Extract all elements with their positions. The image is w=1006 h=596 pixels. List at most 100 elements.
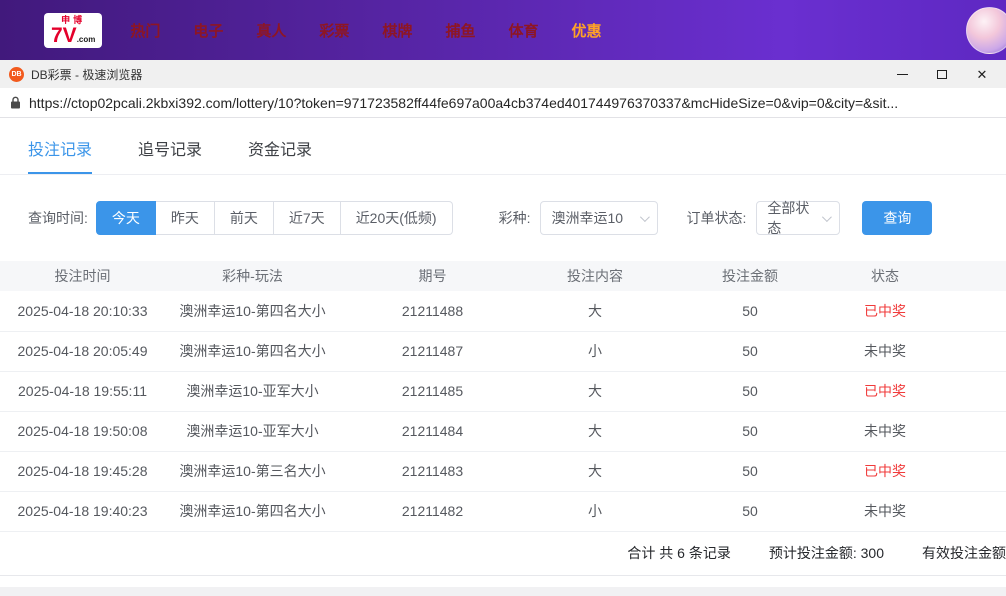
table-row: 2025-04-18 19:55:11 澳洲幸运10-亚军大小 21211485… xyxy=(0,371,1006,411)
table-row: 2025-04-18 20:05:49 澳洲幸运10-第四名大小 2121148… xyxy=(0,331,1006,371)
cell-amount: 50 xyxy=(665,451,835,491)
summary-bar: 合计 共 6 条记录 预计投注金额: 300 有效投注金额 xyxy=(0,532,1006,576)
cell-amount: 50 xyxy=(665,371,835,411)
summary-total: 合计 共 6 条记录 xyxy=(627,543,730,563)
user-avatar[interactable] xyxy=(966,7,1006,54)
time-button-daybefore[interactable]: 前天 xyxy=(215,201,274,235)
cell-status: 未中奖 xyxy=(835,331,935,371)
maximize-icon xyxy=(937,70,947,79)
nav-item-cards[interactable]: 棋牌 xyxy=(382,20,412,41)
tab-fund-records[interactable]: 资金记录 xyxy=(248,118,312,174)
site-topbar: 申博 7V.com 热门 电子 真人 彩票 棋牌 捕鱼 体育 优惠 xyxy=(0,0,1006,60)
cell-amount: 50 xyxy=(665,291,835,331)
nav-item-sports[interactable]: 体育 xyxy=(508,20,538,41)
time-button-20days[interactable]: 近20天(低频) xyxy=(341,201,453,235)
cell-status: 已中奖 xyxy=(835,291,935,331)
time-button-today[interactable]: 今天 xyxy=(96,201,156,235)
maximize-button[interactable] xyxy=(922,60,962,88)
db-favicon: DB xyxy=(9,67,24,82)
cell-game: 澳洲幸运10-第四名大小 xyxy=(165,331,340,371)
minimize-icon xyxy=(897,74,908,75)
window-controls: ✕ xyxy=(882,60,1002,88)
header-game: 彩种-玩法 xyxy=(165,261,340,291)
cell-amount: 50 xyxy=(665,411,835,451)
cell-status: 已中奖 xyxy=(835,451,935,491)
chevron-down-icon xyxy=(640,212,650,222)
cell-status: 未中奖 xyxy=(835,491,935,531)
table-row: 2025-04-18 19:50:08 澳洲幸运10-亚军大小 21211484… xyxy=(0,411,1006,451)
cell-content: 大 xyxy=(525,371,665,411)
nav-item-fishing[interactable]: 捕鱼 xyxy=(445,20,475,41)
site-logo[interactable]: 申博 7V.com xyxy=(44,13,102,48)
table-row: 2025-04-18 19:40:23 澳洲幸运10-第四名大小 2121148… xyxy=(0,491,1006,531)
summary-expected-amount: 预计投注金额: 300 xyxy=(769,543,884,563)
cell-bet-time: 2025-04-18 19:55:11 xyxy=(0,371,165,411)
cell-bet-time: 2025-04-18 20:10:33 xyxy=(0,291,165,331)
time-filter-group: 今天 昨天 前天 近7天 近20天(低频) xyxy=(96,201,453,235)
time-filter-label: 查询时间: xyxy=(28,208,88,228)
lottery-select[interactable]: 澳洲幸运10 xyxy=(540,201,658,235)
cell-game: 澳洲幸运10-第四名大小 xyxy=(165,491,340,531)
cell-issue: 21211485 xyxy=(340,371,525,411)
nav-item-hot[interactable]: 热门 xyxy=(130,20,160,41)
logo-suffix-text: .com xyxy=(77,35,96,44)
header-filler xyxy=(935,261,1006,291)
table-body: 2025-04-18 20:10:33 澳洲幸运10-第四名大小 2121148… xyxy=(0,291,1006,531)
cell-content: 小 xyxy=(525,331,665,371)
bet-records-table: 投注时间 彩种-玩法 期号 投注内容 投注金额 状态 2025-04-18 20… xyxy=(0,261,1006,532)
cell-content: 大 xyxy=(525,291,665,331)
nav-item-promo[interactable]: 优惠 xyxy=(571,20,601,41)
cell-game: 澳洲幸运10-第四名大小 xyxy=(165,291,340,331)
search-button[interactable]: 查询 xyxy=(862,201,932,235)
cell-issue: 21211487 xyxy=(340,331,525,371)
nav-item-lottery[interactable]: 彩票 xyxy=(319,20,349,41)
cell-status: 未中奖 xyxy=(835,411,935,451)
cell-bet-time: 2025-04-18 19:40:23 xyxy=(0,491,165,531)
order-status-select[interactable]: 全部状态 xyxy=(756,201,840,235)
close-button[interactable]: ✕ xyxy=(962,60,1002,88)
tab-chase-records[interactable]: 追号记录 xyxy=(138,118,202,174)
cell-game: 澳洲幸运10-第三名大小 xyxy=(165,451,340,491)
page: 申博 7V.com 热门 电子 真人 彩票 棋牌 捕鱼 体育 优惠 DB DB彩… xyxy=(0,0,1006,596)
cell-game: 澳洲幸运10-亚军大小 xyxy=(165,411,340,451)
horizontal-scrollbar[interactable] xyxy=(0,587,1006,596)
tab-bet-records[interactable]: 投注记录 xyxy=(28,118,92,174)
table-row: 2025-04-18 19:45:28 澳洲幸运10-第三名大小 2121148… xyxy=(0,451,1006,491)
minimize-button[interactable] xyxy=(882,60,922,88)
header-issue: 期号 xyxy=(340,261,525,291)
chevron-down-icon xyxy=(822,212,832,222)
cell-content: 大 xyxy=(525,451,665,491)
cell-content: 小 xyxy=(525,491,665,531)
status-filter-label: 订单状态: xyxy=(686,208,746,228)
header-content: 投注内容 xyxy=(525,261,665,291)
header-amount: 投注金额 xyxy=(665,261,835,291)
table-row: 2025-04-18 20:10:33 澳洲幸运10-第四名大小 2121148… xyxy=(0,291,1006,331)
status-select-value: 全部状态 xyxy=(767,198,814,238)
cell-amount: 50 xyxy=(665,331,835,371)
cell-bet-time: 2025-04-18 19:45:28 xyxy=(0,451,165,491)
browser-titlebar: DB DB彩票 - 极速浏览器 ✕ xyxy=(0,60,1006,88)
table-header: 投注时间 彩种-玩法 期号 投注内容 投注金额 状态 xyxy=(0,261,1006,291)
lock-icon xyxy=(10,96,21,109)
cell-content: 大 xyxy=(525,411,665,451)
summary-valid-amount: 有效投注金额 xyxy=(922,543,1006,563)
lottery-filter-label: 彩种: xyxy=(499,208,531,228)
cell-bet-time: 2025-04-18 20:05:49 xyxy=(0,331,165,371)
main-nav: 热门 电子 真人 彩票 棋牌 捕鱼 体育 优惠 xyxy=(130,20,601,41)
nav-item-live[interactable]: 真人 xyxy=(256,20,286,41)
window-title: DB彩票 - 极速浏览器 xyxy=(31,66,142,83)
time-button-7days[interactable]: 近7天 xyxy=(274,201,341,235)
cell-issue: 21211483 xyxy=(340,451,525,491)
address-bar: https://ctop02pcali.2kbxi392.com/lottery… xyxy=(0,88,1006,118)
cell-issue: 21211488 xyxy=(340,291,525,331)
filter-bar: 查询时间: 今天 昨天 前天 近7天 近20天(低频) 彩种: 澳洲幸运10 订… xyxy=(0,175,1006,261)
cell-issue: 21211482 xyxy=(340,491,525,531)
cell-issue: 21211484 xyxy=(340,411,525,451)
url-text[interactable]: https://ctop02pcali.2kbxi392.com/lottery… xyxy=(29,95,898,111)
cell-bet-time: 2025-04-18 19:50:08 xyxy=(0,411,165,451)
nav-item-slots[interactable]: 电子 xyxy=(193,20,223,41)
time-button-yesterday[interactable]: 昨天 xyxy=(156,201,215,235)
lottery-select-value: 澳洲幸运10 xyxy=(551,208,623,228)
close-icon: ✕ xyxy=(977,68,988,81)
header-bet-time: 投注时间 xyxy=(0,261,165,291)
